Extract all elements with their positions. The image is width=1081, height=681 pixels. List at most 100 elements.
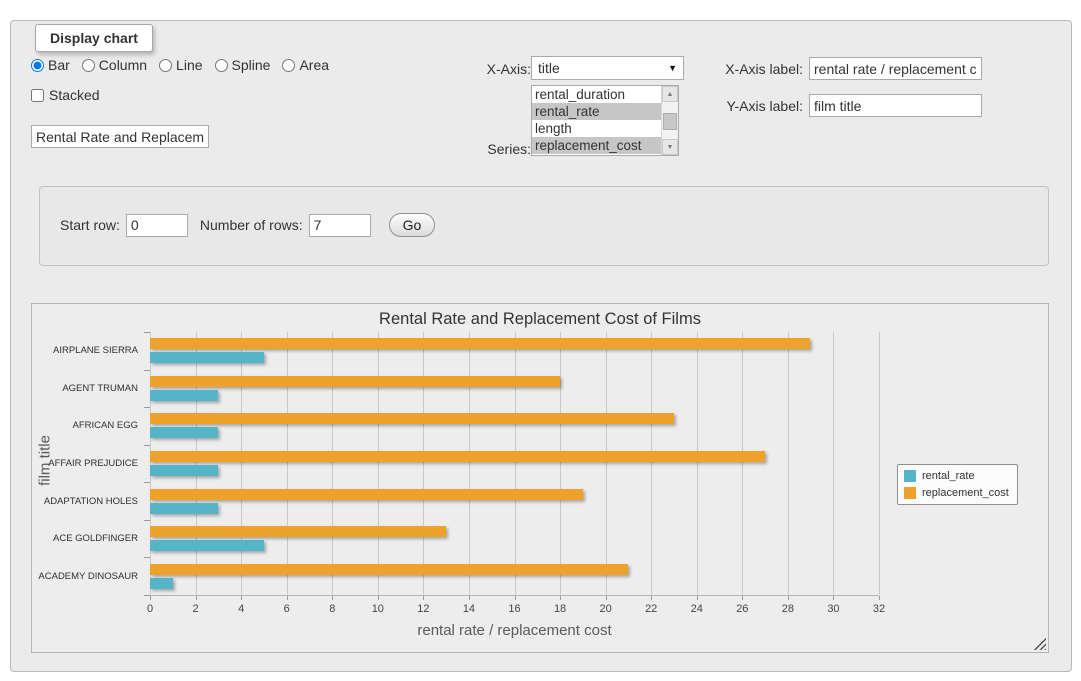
chart-type-radio-spline[interactable]: [215, 59, 228, 72]
x-axis-tick-label: 14: [463, 603, 475, 615]
resize-handle-icon[interactable]: [1034, 638, 1046, 650]
start-row-label: Start row:: [60, 217, 120, 233]
series-select-label: Series:: [441, 141, 531, 157]
bar-replacement_cost[interactable]: [150, 451, 765, 462]
scrollbar-thumb[interactable]: [663, 113, 677, 130]
x-axis-tick: [651, 596, 652, 600]
x-axis-tick: [697, 596, 698, 600]
category-label: AFRICAN EGG: [32, 407, 138, 445]
legend-item-replacement_cost[interactable]: replacement_cost: [904, 487, 1009, 499]
bar-group: [150, 332, 879, 370]
bar-replacement_cost[interactable]: [150, 338, 810, 349]
x-axis-tick: [469, 596, 470, 600]
tab-display-chart[interactable]: Display chart: [35, 24, 153, 52]
chart-type-radio-area[interactable]: [282, 59, 295, 72]
category-tick: [144, 332, 150, 333]
x-axis-tick-label: 12: [417, 603, 429, 615]
chart-title: Rental Rate and Replacement Cost of Film…: [32, 310, 1048, 329]
bar-replacement_cost[interactable]: [150, 413, 674, 424]
x-axis-tick: [788, 596, 789, 600]
x-axis-tick-label: 30: [827, 603, 839, 615]
chart-type-option: Spline: [215, 57, 271, 73]
series-options: rental_durationrental_ratelengthreplacem…: [532, 86, 661, 155]
category-tick: [144, 557, 150, 558]
series-scrollbar[interactable]: ▲ ▼: [661, 86, 678, 155]
chevron-down-icon: ▼: [668, 63, 677, 73]
category-tick: [144, 520, 150, 521]
series-option-length[interactable]: length: [532, 120, 661, 137]
x-axis-tick: [879, 596, 880, 600]
chart-type-radio-column[interactable]: [82, 59, 95, 72]
x-axis-tick-label: 32: [873, 603, 885, 615]
x-axis-tick-label: 20: [600, 603, 612, 615]
x-axis-tick: [332, 596, 333, 600]
bar-replacement_cost[interactable]: [150, 564, 628, 575]
series-option-rental_duration[interactable]: rental_duration: [532, 86, 661, 103]
y-axis-label-label: Y-Axis label:: [691, 98, 803, 114]
bar-group: [150, 370, 879, 408]
go-button[interactable]: Go: [389, 213, 436, 237]
y-axis-label-input[interactable]: [809, 94, 982, 117]
x-axis-tick-label: 10: [372, 603, 384, 615]
x-axis-tick-label: 16: [508, 603, 520, 615]
plot-area: [150, 332, 879, 595]
legend-label: replacement_cost: [922, 487, 1009, 499]
chart-type-radio-bar[interactable]: [31, 59, 44, 72]
scroll-up-icon[interactable]: ▲: [662, 86, 678, 102]
bar-rental_rate[interactable]: [150, 427, 218, 438]
chart-type-option: Line: [159, 57, 202, 73]
x-axis-tick-label: 26: [736, 603, 748, 615]
chart-type-label: Bar: [48, 57, 70, 73]
x-axis-select[interactable]: title ▼: [531, 56, 684, 80]
bar-group: [150, 482, 879, 520]
category-label: ACADEMY DINOSAUR: [32, 557, 138, 595]
scrollbar-track[interactable]: [662, 102, 678, 139]
series-option-replacement_cost[interactable]: replacement_cost: [532, 137, 661, 154]
bar-replacement_cost[interactable]: [150, 489, 583, 500]
chart-type-option: Bar: [31, 57, 70, 73]
x-axis-tick: [150, 596, 151, 600]
category-label: ADAPTATION HOLES: [32, 482, 138, 520]
category-label: AGENT TRUMAN: [32, 370, 138, 408]
chart-type-label: Line: [176, 57, 202, 73]
x-axis-tick: [833, 596, 834, 600]
bar-replacement_cost[interactable]: [150, 526, 446, 537]
scroll-down-icon[interactable]: ▼: [662, 139, 678, 155]
chart-type-label: Area: [299, 57, 329, 73]
x-axis-tick-label: 22: [645, 603, 657, 615]
bar-group: [150, 445, 879, 483]
chart-type-label: Column: [99, 57, 147, 73]
legend-swatch-icon: [904, 470, 916, 482]
series-option-rental_rate[interactable]: rental_rate: [532, 103, 661, 120]
x-axis-tick: [423, 596, 424, 600]
x-axis-tick: [287, 596, 288, 600]
x-axis-tick-label: 28: [782, 603, 794, 615]
display-chart-panel: Display chart Bar Column Line Spline Area St…: [10, 20, 1072, 672]
bar-rental_rate[interactable]: [150, 578, 173, 589]
x-axis-label-input[interactable]: [809, 57, 982, 80]
category-tick: [144, 370, 150, 371]
x-axis-tick-label: 4: [238, 603, 244, 615]
start-row-input[interactable]: [126, 214, 188, 237]
chart-legend: rental_rate replacement_cost: [897, 464, 1018, 505]
x-axis-tick-label: 8: [329, 603, 335, 615]
bar-rental_rate[interactable]: [150, 540, 264, 551]
chart-type-radio-group: Bar Column Line Spline Area: [31, 57, 335, 73]
chart-type-radio-line[interactable]: [159, 59, 172, 72]
series-multiselect[interactable]: rental_durationrental_ratelengthreplacem…: [531, 85, 679, 156]
legend-item-rental_rate[interactable]: rental_rate: [904, 470, 1009, 482]
chart-type-label: Spline: [232, 57, 271, 73]
bar-rental_rate[interactable]: [150, 465, 218, 476]
x-axis-tick: [606, 596, 607, 600]
x-axis-tick: [560, 596, 561, 600]
stacked-checkbox[interactable]: [31, 89, 44, 102]
bar-rental_rate[interactable]: [150, 390, 218, 401]
x-axis-tick-label: 6: [284, 603, 290, 615]
bar-rental_rate[interactable]: [150, 352, 264, 363]
bar-rental_rate[interactable]: [150, 503, 218, 514]
num-rows-input[interactable]: [309, 214, 371, 237]
bar-replacement_cost[interactable]: [150, 376, 560, 387]
chart-title-input[interactable]: [31, 125, 209, 148]
x-axis-tick-label: 24: [691, 603, 703, 615]
bar-group: [150, 520, 879, 558]
